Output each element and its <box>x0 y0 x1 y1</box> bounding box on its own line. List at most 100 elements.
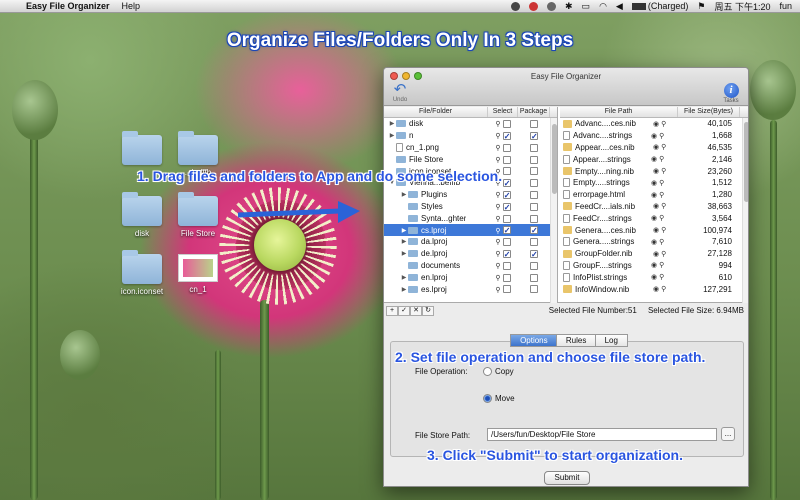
package-checkbox[interactable]: ✓ <box>530 132 538 141</box>
package-checkbox[interactable] <box>530 261 538 270</box>
desktop-folder-disk[interactable]: disk <box>110 192 174 238</box>
desktop-folder-file-store[interactable]: File Store <box>166 192 230 238</box>
preview-eye-icon[interactable]: ◉ <box>653 250 659 258</box>
copy-radio[interactable]: Copy <box>483 367 514 376</box>
table-row[interactable]: Advanc....strings ◉ ⚲ 1,668 <box>560 130 748 142</box>
scroll-knob[interactable] <box>744 122 748 202</box>
table-row[interactable]: Appear....ces.nib ◉ ⚲ 46,535 <box>560 142 748 154</box>
magnifier-icon[interactable]: ⚲ <box>495 157 500 164</box>
display-icon[interactable]: ▭ <box>582 1 591 12</box>
disclosure-triangle-icon[interactable]: ▶ <box>388 120 396 127</box>
select-checkbox[interactable] <box>502 155 511 164</box>
column-header-file-folder[interactable]: File/Folder <box>384 107 488 117</box>
scroll-knob[interactable] <box>552 124 557 194</box>
bluetooth-icon[interactable]: ✱ <box>565 1 573 12</box>
magnifier-icon[interactable]: ⚲ <box>661 285 666 293</box>
select-checkbox[interactable] <box>502 167 511 176</box>
magnifier-icon[interactable]: ⚲ <box>659 132 664 140</box>
refresh-button[interactable]: ↻ <box>422 305 434 316</box>
select-checkbox[interactable] <box>502 143 511 152</box>
magnifier-icon[interactable]: ⚲ <box>661 120 666 128</box>
preview-eye-icon[interactable]: ◉ <box>651 155 657 163</box>
column-header-package[interactable]: Package <box>518 107 550 117</box>
tasks-button[interactable]: i Tasks <box>719 83 743 104</box>
disclosure-triangle-icon[interactable]: ▶ <box>400 238 408 245</box>
table-row[interactable]: errorpage.html ◉ ⚲ 1,280 <box>560 189 748 201</box>
table-row[interactable]: ▶ da.lproj ⚲ <box>384 236 557 248</box>
table-row[interactable]: ▶ cs.lproj ⚲ ✓ ✓ <box>384 224 557 236</box>
right-scrollbar[interactable] <box>742 118 748 303</box>
magnifier-icon[interactable]: ⚲ <box>659 179 664 187</box>
cancel-button[interactable]: ✕ <box>410 305 422 316</box>
select-checkbox[interactable] <box>502 261 511 270</box>
select-checkbox[interactable] <box>502 214 511 223</box>
preview-eye-icon[interactable]: ◉ <box>651 132 657 140</box>
package-checkbox[interactable] <box>530 167 538 176</box>
package-checkbox[interactable]: ✓ <box>530 226 538 235</box>
volume-icon[interactable]: ◀ <box>616 1 623 12</box>
clock[interactable]: 周五 下午1:20 <box>714 0 770 13</box>
magnifier-icon[interactable]: ⚲ <box>495 133 500 140</box>
preview-eye-icon[interactable]: ◉ <box>653 226 659 234</box>
preview-eye-icon[interactable]: ◉ <box>651 261 657 269</box>
magnifier-icon[interactable]: ⚲ <box>495 121 500 128</box>
magnifier-icon[interactable]: ⚲ <box>659 214 664 222</box>
user-name[interactable]: fun <box>779 1 792 11</box>
wifi-icon[interactable]: ◠ <box>599 1 607 12</box>
select-checkbox[interactable]: ✓ <box>502 179 511 188</box>
table-row[interactable]: documents ⚲ <box>384 260 557 272</box>
select-checkbox[interactable] <box>502 285 511 294</box>
table-row[interactable]: GroupF....strings ◉ ⚲ 994 <box>560 260 748 272</box>
table-row[interactable]: Advanc....ces.nib ◉ ⚲ 40,105 <box>560 118 748 130</box>
disclosure-triangle-icon[interactable]: ▶ <box>400 227 408 234</box>
select-checkbox[interactable] <box>502 120 511 129</box>
column-header-file-path[interactable]: File Path <box>560 107 678 117</box>
tab-rules[interactable]: Rules <box>555 334 597 347</box>
package-checkbox[interactable] <box>530 191 538 200</box>
submit-button[interactable]: Submit <box>544 471 590 485</box>
table-row[interactable]: ▶ n ⚲ ✓ ✓ <box>384 130 557 142</box>
magnifier-icon[interactable]: ⚲ <box>495 275 500 282</box>
table-row[interactable]: InfoWindow.nib ◉ ⚲ 127,291 <box>560 283 748 295</box>
tab-log[interactable]: Log <box>594 334 628 347</box>
magnifier-icon[interactable]: ⚲ <box>495 204 500 211</box>
select-checkbox[interactable] <box>502 238 511 247</box>
preview-eye-icon[interactable]: ◉ <box>651 191 657 199</box>
package-checkbox[interactable] <box>530 273 538 282</box>
magnifier-icon[interactable]: ⚲ <box>495 145 500 152</box>
file-store-path-input[interactable]: /Users/fun/Desktop/File Store <box>487 428 717 441</box>
package-checkbox[interactable] <box>530 285 538 294</box>
preview-eye-icon[interactable]: ◉ <box>653 143 659 151</box>
select-checkbox[interactable]: ✓ <box>502 202 511 211</box>
magnifier-icon[interactable]: ⚲ <box>661 143 666 151</box>
table-row[interactable]: GroupFolder.nib ◉ ⚲ 27,128 <box>560 248 748 260</box>
table-row[interactable]: Synta...ghter ⚲ <box>384 212 557 224</box>
battery-status[interactable]: (Charged) <box>631 1 688 11</box>
flag-icon[interactable]: ⚑ <box>697 1 705 12</box>
desktop-folder-iconset[interactable]: icon.iconset <box>110 250 174 296</box>
table-row[interactable]: ▶ en.lproj ⚲ <box>384 271 557 283</box>
preview-eye-icon[interactable]: ◉ <box>653 120 659 128</box>
menu-app-name[interactable]: Easy File Organizer <box>22 1 118 11</box>
check-button[interactable]: ✓ <box>398 305 410 316</box>
undo-button[interactable]: ↶ Undo <box>389 82 411 103</box>
table-row[interactable]: ▶ de.lproj ⚲ ✓ ✓ <box>384 248 557 260</box>
table-row[interactable]: Genera.....strings ◉ ⚲ 7,610 <box>560 236 748 248</box>
desktop-folder-icon[interactable] <box>110 131 174 168</box>
package-checkbox[interactable] <box>530 155 538 164</box>
column-header-select[interactable]: Select <box>488 107 518 117</box>
tab-options[interactable]: Options <box>510 334 558 347</box>
table-row[interactable]: FeedCr....ials.nib ◉ ⚲ 38,663 <box>560 201 748 213</box>
table-row[interactable]: Styles ⚲ ✓ <box>384 201 557 213</box>
table-row[interactable]: ▶ es.lproj ⚲ <box>384 283 557 295</box>
disclosure-triangle-icon[interactable]: ▶ <box>400 250 408 257</box>
table-row[interactable]: cn_1.png ⚲ <box>384 142 557 154</box>
package-checkbox[interactable] <box>530 238 538 247</box>
preview-eye-icon[interactable]: ◉ <box>651 214 657 222</box>
select-checkbox[interactable]: ✓ <box>502 226 511 235</box>
magnifier-icon[interactable]: ⚲ <box>659 273 664 281</box>
select-checkbox[interactable]: ✓ <box>502 191 511 200</box>
preview-eye-icon[interactable]: ◉ <box>653 202 659 210</box>
table-row[interactable]: Appear....strings ◉ ⚲ 2,146 <box>560 153 748 165</box>
preview-eye-icon[interactable]: ◉ <box>651 179 657 187</box>
